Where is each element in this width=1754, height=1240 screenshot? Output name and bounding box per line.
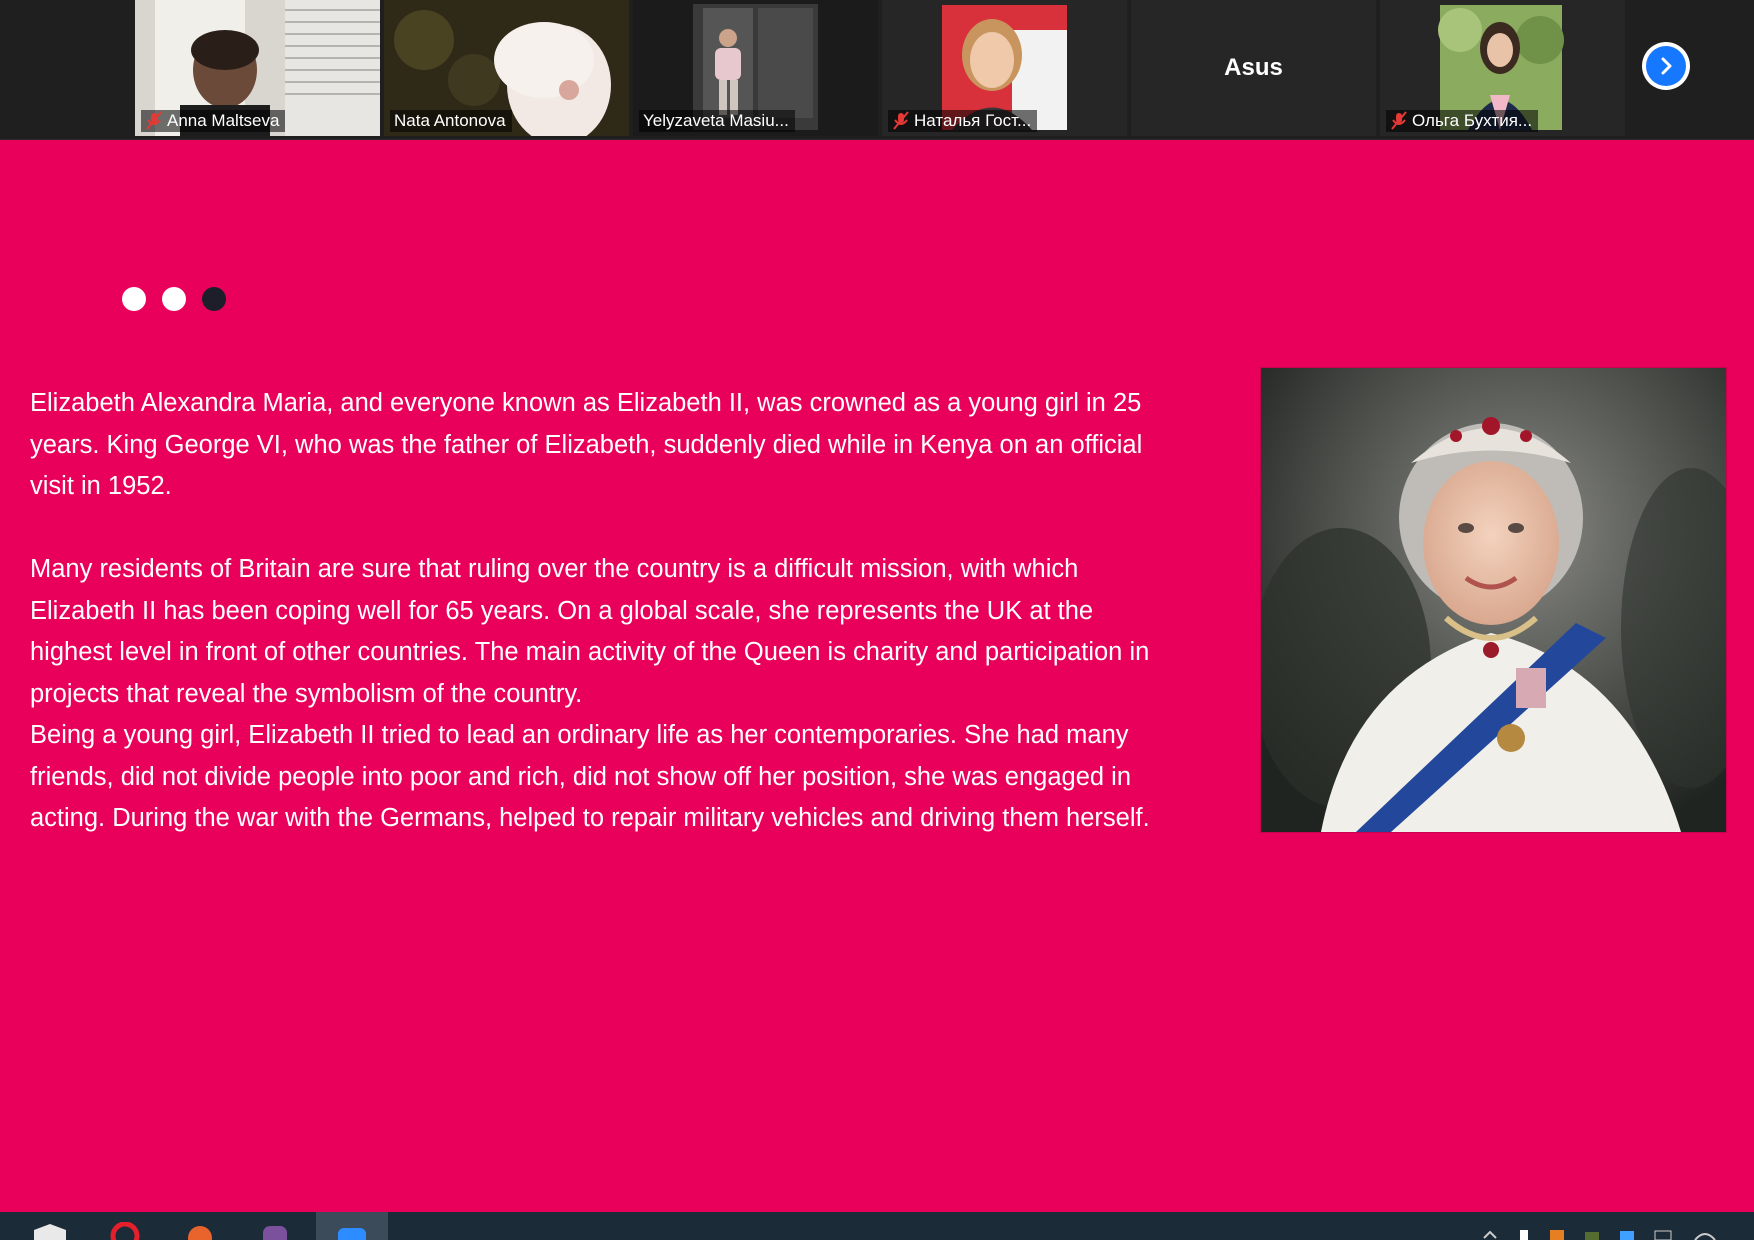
chevron-right-icon (1646, 46, 1686, 86)
participant-name: Ольга Бухтия... (1412, 111, 1533, 130)
file-explorer-icon[interactable] (30, 1222, 70, 1240)
participant-tile[interactable]: Anna Maltseva (135, 0, 380, 136)
participant-name: Наталья Гост... (914, 111, 1032, 130)
office-app-icon[interactable] (180, 1222, 220, 1240)
next-participants-button[interactable] (1642, 42, 1690, 90)
participant-tile[interactable]: Yelyzaveta Masiu... (633, 0, 878, 136)
muted-microphone-icon (893, 111, 909, 130)
slide-paragraph: Many residents of Britain are sure that … (30, 555, 1150, 708)
system-tray-icons[interactable] (1480, 1222, 1750, 1240)
participant-name-tag: Anna Maltseva (141, 110, 286, 132)
participant-tile[interactable]: Наталья Гост... (882, 0, 1127, 136)
viber-icon[interactable] (255, 1222, 295, 1240)
opera-browser-icon[interactable] (105, 1222, 145, 1240)
participant-name: Yelyzaveta Masiu... (643, 111, 789, 130)
os-taskbar (0, 1212, 1754, 1240)
muted-microphone-icon (1391, 111, 1407, 130)
decoration-dot (202, 287, 226, 311)
participant-strip: Anna Maltseva Nata Antonova Yelyzaveta M… (0, 0, 1754, 140)
participant-name-tag: Ольга Бухтия... (1386, 110, 1539, 132)
queen-portrait-image (1260, 367, 1727, 833)
slide-body-text: Elizabeth Alexandra Maria, and everyone … (30, 383, 1170, 840)
participant-name-tag: Nata Antonova (390, 110, 512, 132)
participant-tile[interactable]: Nata Antonova (384, 0, 629, 136)
participant-name: Anna Maltseva (167, 111, 280, 130)
slide-paragraph: Being a young girl, Elizabeth II tried t… (30, 721, 1150, 832)
participant-name: Nata Antonova (394, 111, 506, 130)
decoration-dot (162, 287, 186, 311)
muted-microphone-icon (146, 111, 162, 130)
participant-tile[interactable]: Ольга Бухтия... (1380, 0, 1625, 136)
participant-name-tag: Yelyzaveta Masiu... (639, 110, 795, 132)
participant-name: Asus (1224, 54, 1283, 81)
participant-tile[interactable]: Asus (1131, 0, 1376, 136)
decoration-dot (122, 287, 146, 311)
slide-decoration-dots (122, 287, 226, 311)
zoom-icon[interactable] (332, 1222, 372, 1240)
participant-name-tag: Наталья Гост... (888, 110, 1038, 132)
slide-paragraph: Elizabeth Alexandra Maria, and everyone … (30, 389, 1143, 500)
